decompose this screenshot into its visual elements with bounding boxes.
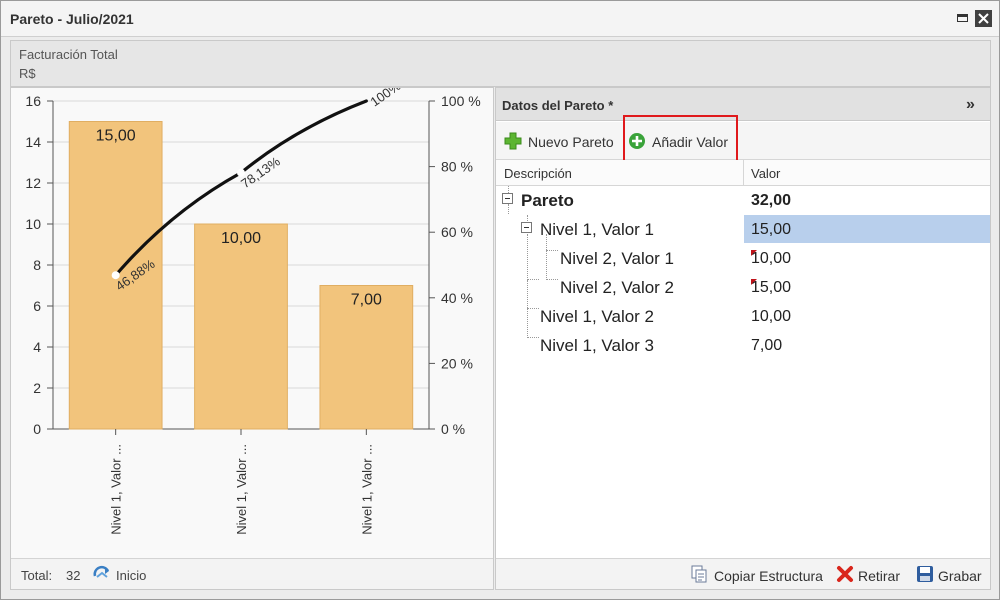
grabar-button[interactable]: Grabar — [914, 559, 984, 590]
y-tick-label-left: 2 — [33, 380, 41, 396]
tree-row-nivel1-valor3[interactable]: Nivel 1, Valor 3 7,00 — [496, 331, 990, 360]
collapse-toggle-icon[interactable] — [502, 193, 513, 204]
pareto-window: Pareto - Julio/2021 Facturación Total R$… — [0, 0, 1000, 600]
row-label: Nivel 1, Valor 3 — [540, 336, 655, 355]
y-tick-label-left: 8 — [33, 257, 41, 273]
column-valor[interactable]: Valor — [751, 166, 780, 181]
bar-value-label: 10,00 — [221, 230, 261, 247]
tree-row-nivel2-valor1[interactable]: Nivel 2, Valor 1 10,00 — [496, 244, 990, 273]
y-tick-label-left: 10 — [25, 216, 41, 232]
close-icon[interactable] — [975, 10, 992, 27]
x-tick-label: Nivel 1, Valor ... — [109, 444, 124, 535]
row-value: 15,00 — [751, 279, 792, 296]
y-tick-label-left: 16 — [25, 93, 41, 109]
header-currency: R$ — [19, 66, 36, 81]
row-label: Pareto — [521, 191, 574, 210]
x-tick-label: Nivel 1, Valor ... — [234, 444, 249, 535]
bar-value-label: 15,00 — [96, 128, 136, 145]
collapse-icon[interactable]: » — [966, 96, 975, 114]
window-title: Pareto - Julio/2021 — [10, 11, 134, 27]
y-tick-label-left: 4 — [33, 339, 41, 355]
grabar-label: Grabar — [938, 568, 982, 584]
chart-panel: 0 2 4 6 8 10 12 14 16 0 % 20 % 40 % 60 % 80 % 100 % 15,… — [10, 87, 494, 590]
chart-footer: Total: 32 Inicio — [11, 558, 493, 589]
data-toolbar: Nuevo Pareto Añadir Valor — [496, 122, 990, 160]
row-value-cell[interactable]: 7,00 — [744, 331, 990, 359]
tree-row-nivel2-valor2[interactable]: Nivel 2, Valor 2 15,00 — [496, 273, 990, 302]
data-panel-title: Datos del Pareto * — [502, 98, 614, 113]
nuevo-pareto-label: Nuevo Pareto — [528, 134, 614, 150]
column-descripcion[interactable]: Descripción — [504, 166, 572, 181]
y-tick-label-right: 40 % — [441, 290, 473, 306]
row-value: 15,00 — [751, 221, 792, 238]
nuevo-pareto-button[interactable]: Nuevo Pareto — [502, 122, 614, 160]
y-tick-label-right: 80 % — [441, 159, 473, 175]
y-tick-label-left: 6 — [33, 298, 41, 314]
red-x-icon — [836, 565, 854, 588]
total-label: Total: — [21, 568, 53, 583]
row-label: Nivel 2, Valor 1 — [560, 249, 675, 268]
total-value: 32 — [66, 568, 81, 583]
y-tick-label-right: 20 % — [441, 355, 473, 371]
pareto-tree: Pareto 32,00 Nivel 1, Valor 1 15,00 Nive… — [496, 186, 990, 376]
y-tick-label-right: 60 % — [441, 224, 473, 240]
retirar-label: Retirar — [858, 568, 901, 584]
row-label: Nivel 1, Valor 1 — [540, 220, 655, 239]
home-refresh-icon[interactable] — [92, 564, 112, 589]
summary-header: Facturación Total R$ — [10, 40, 991, 87]
y-tick-label-left: 12 — [25, 175, 41, 191]
green-plus-icon — [504, 132, 522, 155]
y-tick-label-right: 100 % — [441, 93, 481, 109]
y-tick-label-left: 14 — [25, 134, 41, 150]
title-bar: Pareto - Julio/2021 — [1, 1, 999, 37]
collapse-toggle-icon[interactable] — [521, 222, 532, 233]
row-value: 10,00 — [751, 308, 792, 325]
row-value-cell[interactable]: 15,00 — [744, 273, 990, 301]
bar — [194, 223, 288, 430]
copiar-estructura-label: Copiar Estructura — [714, 568, 823, 584]
row-value-cell[interactable]: 10,00 — [744, 302, 990, 330]
header-title: Facturación Total — [19, 47, 118, 62]
tree-row-nivel1-valor1[interactable]: Nivel 1, Valor 1 15,00 — [496, 215, 990, 244]
y-tick-label-right: 0 % — [441, 421, 465, 437]
data-panel-header: Datos del Pareto * » — [496, 88, 990, 121]
row-value: 32,00 — [751, 192, 792, 209]
highlight-box — [623, 115, 738, 163]
copiar-estructura-button[interactable]: Copiar Estructura — [688, 559, 823, 590]
grid-header: Descripción Valor — [496, 160, 990, 186]
data-panel: Datos del Pareto * » Nuevo Pareto Añadir… — [495, 87, 991, 590]
save-disk-icon — [916, 565, 934, 588]
tree-row-nivel1-valor2[interactable]: Nivel 1, Valor 2 10,00 — [496, 302, 990, 331]
row-value-cell[interactable]: 32,00 — [744, 186, 990, 214]
maximize-icon[interactable] — [954, 10, 971, 27]
row-value-cell[interactable]: 15,00 — [744, 215, 990, 243]
row-value-cell[interactable]: 10,00 — [744, 244, 990, 272]
x-tick-label: Nivel 1, Valor ... — [359, 444, 374, 535]
data-panel-footer: Copiar Estructura Retirar Grabar — [496, 558, 990, 589]
pareto-chart: 0 2 4 6 8 10 12 14 16 0 % 20 % 40 % 60 % 80 % 100 % 15,… — [25, 88, 481, 535]
cumulative-label: 100% — [367, 88, 403, 109]
inicio-button[interactable]: Inicio — [116, 568, 146, 583]
copy-document-icon — [690, 565, 708, 588]
row-value: 7,00 — [751, 337, 783, 354]
row-value: 10,00 — [751, 250, 792, 267]
tree-row-pareto[interactable]: Pareto 32,00 — [496, 186, 990, 215]
y-tick-label-left: 0 — [33, 421, 41, 437]
row-label: Nivel 1, Valor 2 — [540, 307, 655, 326]
retirar-button[interactable]: Retirar — [834, 559, 902, 590]
bar-value-label: 7,00 — [351, 292, 382, 309]
column-separator — [743, 160, 744, 186]
row-label: Nivel 2, Valor 2 — [560, 278, 675, 297]
